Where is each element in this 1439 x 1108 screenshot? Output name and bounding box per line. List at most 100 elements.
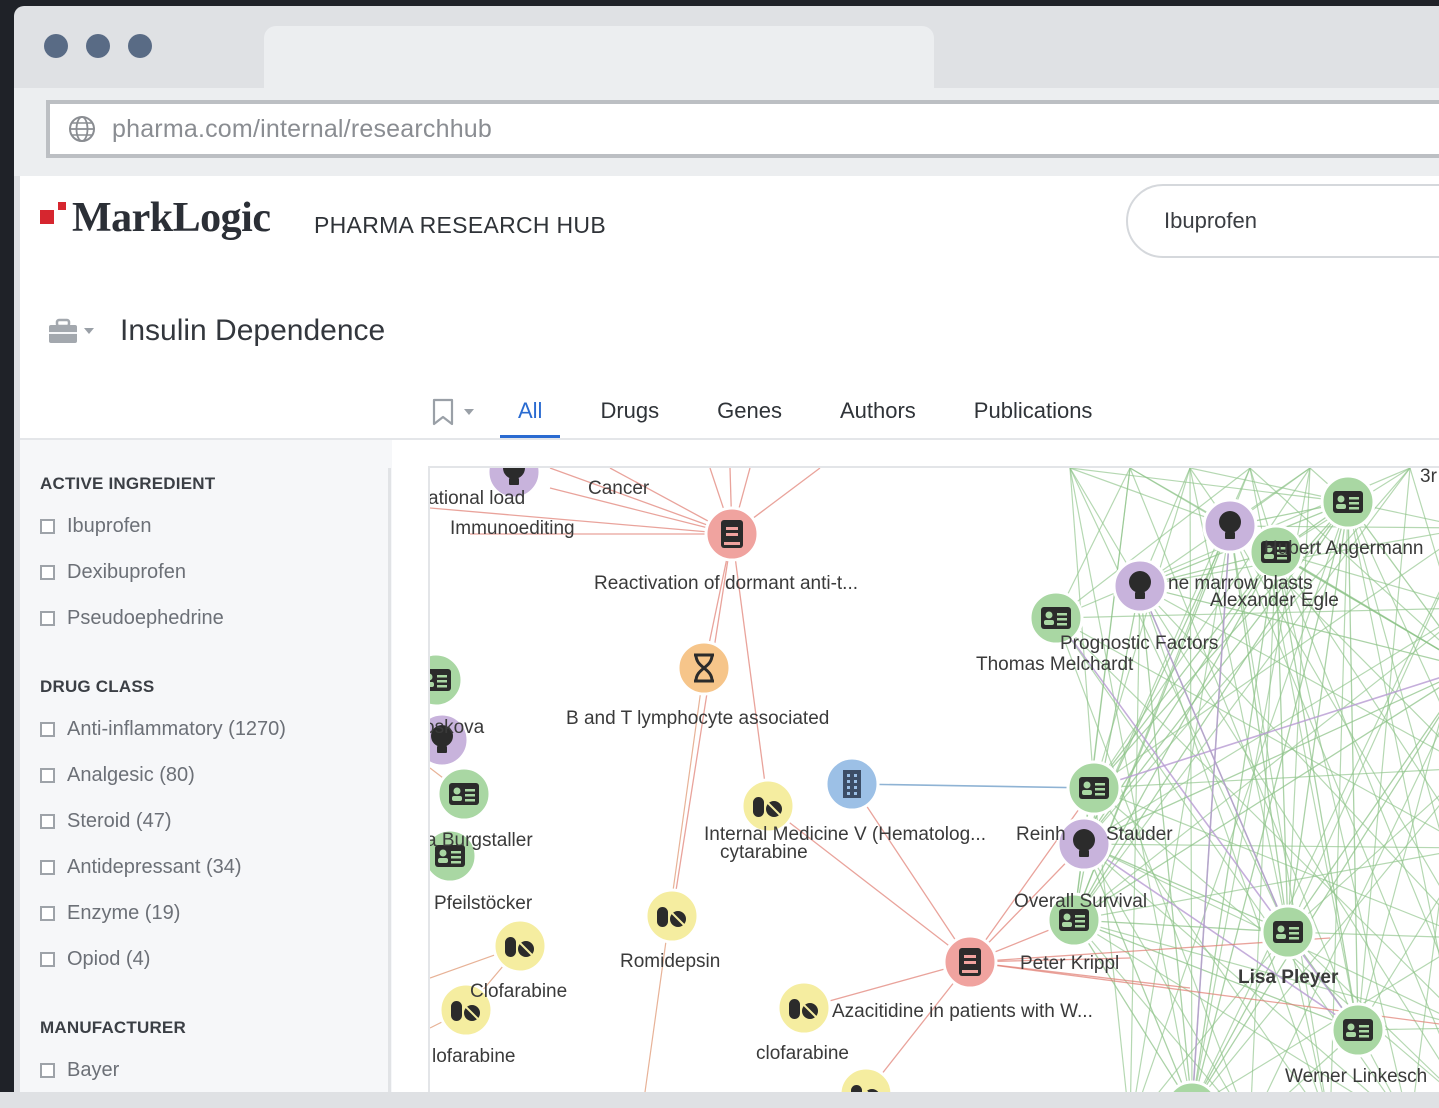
checkbox[interactable] (40, 952, 55, 967)
bookmark-dropdown-icon[interactable] (464, 409, 474, 415)
author-node[interactable] (1066, 760, 1122, 816)
graph-label[interactable]: Lisa Pleyer (1238, 967, 1339, 988)
search-input[interactable]: Ibuprofen (1126, 184, 1439, 258)
checkbox[interactable] (40, 860, 55, 875)
maximize-window-dot[interactable] (128, 34, 152, 58)
window-controls (44, 34, 152, 58)
facet-title-manufacturer: MANUFACTURER (40, 1018, 186, 1037)
network-graph[interactable]: ational load Cancer Immunoediting Reacti… (428, 466, 1439, 1098)
graph-label[interactable]: a Burgstaller (430, 830, 533, 851)
briefcase-icon (49, 318, 77, 343)
facet-item-enzyme[interactable]: Enzyme (19) (40, 902, 180, 925)
drug-node[interactable] (644, 888, 700, 944)
checkbox[interactable] (40, 722, 55, 737)
facet-item-label: Ibuprofen (67, 515, 152, 537)
graph-label[interactable]: Clofarabine (470, 981, 567, 1002)
tab-authors[interactable]: Authors (822, 386, 934, 438)
graph-label[interactable]: Cancer (588, 478, 650, 499)
minimize-window-dot[interactable] (86, 34, 110, 58)
author-node[interactable] (1320, 474, 1376, 530)
logo-text[interactable]: MarkLogic (72, 194, 271, 242)
facet-item-label: Pseudoephedrine (67, 607, 224, 629)
checkbox[interactable] (40, 814, 55, 829)
publication-node[interactable] (704, 506, 760, 562)
address-bar[interactable]: pharma.com/internal/researchhub (46, 100, 1439, 158)
author-node[interactable] (1330, 1002, 1386, 1058)
checkbox[interactable] (40, 1063, 55, 1078)
checkbox[interactable] (40, 611, 55, 626)
collection-title: Insulin Dependence (120, 314, 386, 347)
facet-item-analgesic[interactable]: Analgesic (80) (40, 764, 195, 787)
institution-node[interactable] (824, 756, 880, 812)
checkbox[interactable] (40, 906, 55, 921)
tab-all[interactable]: All (500, 386, 561, 438)
graph-label[interactable]: Azacitidine in patients with W... (832, 1001, 1093, 1022)
collection-selector[interactable]: Insulin Dependence (48, 306, 385, 356)
concept-node[interactable] (1112, 558, 1168, 614)
graph-label[interactable]: Stauder (1106, 824, 1173, 845)
graph-label[interactable]: lofarabine (432, 1046, 515, 1067)
graph-label[interactable]: Werner Linkesch (1285, 1066, 1427, 1087)
close-window-dot[interactable] (44, 34, 68, 58)
tab-publications[interactable]: Publications (956, 386, 1111, 438)
app-page: MarkLogic PHARMA RESEARCH HUB Ibuprofen … (20, 176, 1439, 1098)
graph-label[interactable]: Immunoediting (450, 518, 575, 539)
tab-genes[interactable]: Genes (699, 386, 800, 438)
globe-icon (66, 113, 98, 145)
author-node[interactable] (1260, 904, 1316, 960)
graph-label[interactable]: Overall Survival (1014, 891, 1147, 912)
graph-label[interactable]: Alexander Egle (1210, 590, 1339, 611)
gene-node[interactable] (676, 640, 732, 696)
author-node[interactable] (436, 766, 492, 822)
facet-sidebar: ACTIVE INGREDIENT Ibuprofen Dexibuprofen… (20, 440, 392, 1098)
facet-item-label: Dexibuprofen (67, 561, 186, 583)
facet-item-label: Anti-inflammatory (1270) (67, 718, 286, 740)
graph-label[interactable]: Peter Krippl (1020, 953, 1119, 974)
graph-label[interactable]: Reactivation of dormant anti-t... (594, 573, 858, 594)
facet-item-dexibuprofen[interactable]: Dexibuprofen (40, 561, 186, 584)
checkbox[interactable] (40, 519, 55, 534)
publication-node[interactable] (942, 934, 998, 990)
marklogic-logo-mark (40, 202, 66, 224)
checkbox[interactable] (40, 565, 55, 580)
facet-item-pseudoephedrine[interactable]: Pseudoephedrine (40, 607, 224, 630)
facet-item-label: Opiod (4) (67, 948, 151, 970)
tab-drugs[interactable]: Drugs (582, 386, 677, 438)
graph-label[interactable]: 3r (1420, 468, 1438, 487)
facet-item-antidepressant[interactable]: Antidepressant (34) (40, 856, 242, 879)
bookmark-icon[interactable] (432, 398, 454, 426)
facet-item-anti-inflammatory[interactable]: Anti-inflammatory (1270) (40, 718, 286, 741)
app-name: PHARMA RESEARCH HUB (314, 212, 606, 238)
graph-label[interactable]: cytarabine (720, 842, 808, 863)
facet-item-label: Bayer (67, 1059, 120, 1081)
search-value: Ibuprofen (1164, 208, 1257, 233)
graph-label[interactable]: Romidepsin (620, 951, 720, 972)
facet-title-active-ingredient: ACTIVE INGREDIENT (40, 474, 216, 493)
url-text[interactable]: pharma.com/internal/researchhub (112, 115, 492, 144)
graph-label[interactable]: Hubert Angermann (1264, 538, 1424, 559)
graph-label[interactable]: oskova (430, 717, 485, 738)
graph-label[interactable]: Pfeilstöcker (434, 893, 533, 914)
drug-node[interactable] (776, 980, 832, 1036)
facet-item-opiod[interactable]: Opiod (4) (40, 948, 150, 971)
browser-tab[interactable] (264, 26, 934, 88)
facet-item-bayer[interactable]: Bayer (40, 1059, 119, 1082)
graph-label[interactable]: Prognostic Factors (1060, 633, 1218, 654)
concept-node[interactable] (1056, 816, 1112, 872)
author-node[interactable] (430, 652, 464, 708)
facet-item-label: Antidepressant (34) (67, 856, 242, 878)
facet-item-steroid[interactable]: Steroid (47) (40, 810, 172, 833)
concept-node[interactable] (1202, 498, 1258, 554)
graph-label[interactable]: Reinh (1016, 824, 1066, 845)
facet-item-ibuprofen[interactable]: Ibuprofen (40, 515, 152, 538)
graph-label[interactable]: B and T lymphocyte associated (566, 708, 829, 729)
graph-label[interactable]: clofarabine (756, 1043, 849, 1064)
drug-node[interactable] (492, 918, 548, 974)
graph-label[interactable]: Thomas Melchardt (976, 654, 1134, 675)
checkbox[interactable] (40, 768, 55, 783)
graph-label[interactable]: ational load (430, 488, 525, 509)
graph-canvas[interactable]: ational load Cancer Immunoediting Reacti… (430, 468, 1439, 1098)
sidebar-divider (388, 468, 391, 1098)
facet-item-label: Analgesic (80) (67, 764, 195, 786)
facet-title-drug-class: DRUG CLASS (40, 677, 155, 696)
